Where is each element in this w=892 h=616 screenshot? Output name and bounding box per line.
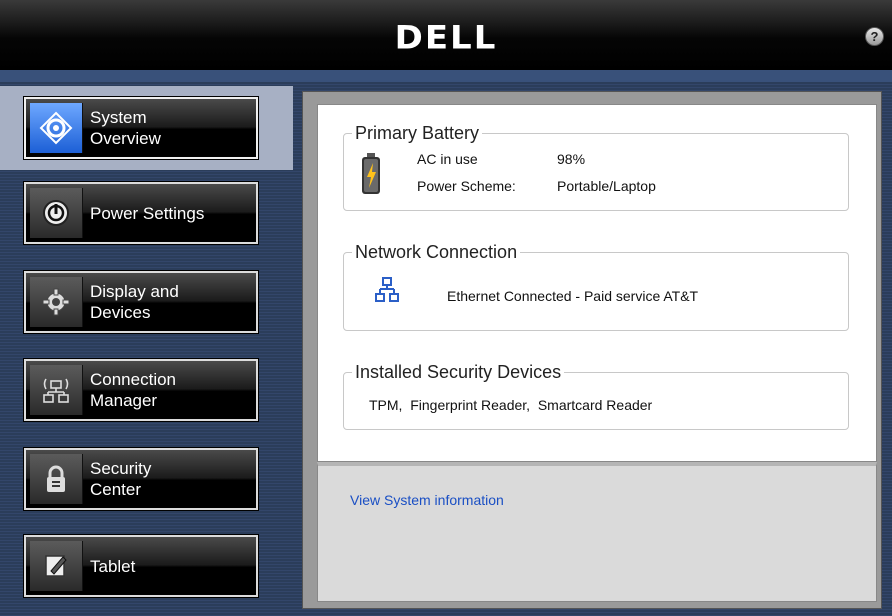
nav-label: Security Center <box>90 459 152 499</box>
nav-display-devices[interactable]: Display and Devices <box>23 270 259 334</box>
power-icon <box>30 188 83 238</box>
tablet-pen-icon <box>30 541 83 591</box>
nav-system-overview[interactable]: System Overview <box>23 96 259 160</box>
nav-label: System Overview <box>90 108 161 148</box>
dell-logo: DELL <box>394 19 498 57</box>
power-scheme-label: Power Scheme: <box>417 178 516 194</box>
battery-title: Primary Battery <box>355 123 480 143</box>
security-devices: TPM, Fingerprint Reader, Smartcard Reade… <box>369 397 653 413</box>
header-strip <box>0 70 892 82</box>
battery-icon <box>361 153 381 200</box>
nav-power-settings[interactable]: Power Settings <box>23 181 259 245</box>
security-title: Installed Security Devices <box>355 362 562 382</box>
nav-label: Tablet <box>90 557 136 576</box>
lock-icon <box>30 454 83 504</box>
gear-icon <box>30 277 83 327</box>
nav-label: Power Settings <box>90 204 205 223</box>
battery-group: Primary Battery <box>343 123 849 211</box>
nav-label: Connection Manager <box>90 370 177 410</box>
system-overview-icon <box>30 103 83 153</box>
network-group: Network Connection <box>343 242 849 331</box>
header-bar: DELL ? <box>0 0 892 71</box>
battery-status: AC in use <box>417 151 478 167</box>
network-status: Ethernet Connected - Paid service AT&T <box>447 288 699 304</box>
view-system-info-link[interactable]: View System information <box>350 492 504 508</box>
network-icon <box>30 365 83 415</box>
power-scheme-value: Portable/Laptop <box>557 178 656 194</box>
help-icon[interactable]: ? <box>865 27 884 46</box>
network-title: Network Connection <box>355 242 518 262</box>
nav-security-center[interactable]: Security Center <box>23 447 259 511</box>
nav-label: Display and Devices <box>90 282 179 322</box>
nav-connection-manager[interactable]: Connection Manager <box>23 358 259 422</box>
battery-percent: 98% <box>557 151 586 167</box>
info-panel: View System information <box>317 462 877 602</box>
nav-tablet[interactable]: Tablet <box>23 534 259 598</box>
overview-panel: Primary Battery AC in use 98% Power Sche… <box>317 104 877 462</box>
ethernet-icon <box>375 277 399 308</box>
security-group: Installed Security Devices <box>343 362 849 430</box>
